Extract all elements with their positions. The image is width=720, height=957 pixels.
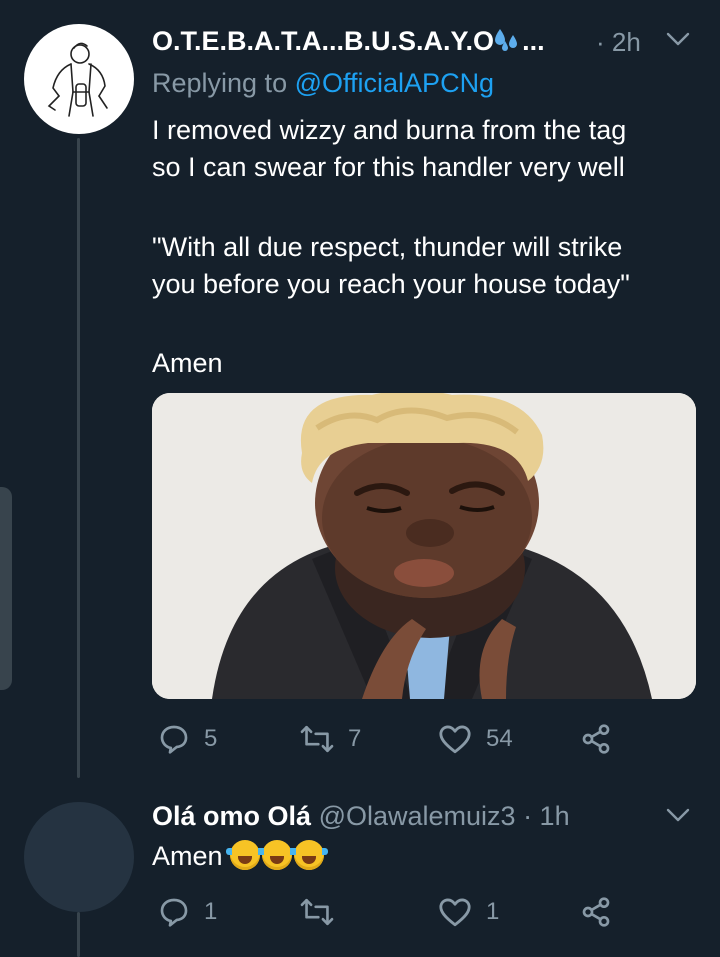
display-name[interactable]: O.T.E.B.A.T.A...B.U.S.A.Y.O bbox=[152, 26, 494, 56]
like-button[interactable]: 54 bbox=[438, 723, 513, 755]
retweet-button[interactable]: 7 bbox=[300, 723, 361, 755]
reply-count: 1 bbox=[204, 898, 218, 925]
reply-count: 5 bbox=[204, 725, 218, 752]
tweet-text-line-4: you before you reach your house today" bbox=[152, 269, 630, 299]
reply-button[interactable]: 5 bbox=[158, 723, 217, 755]
like-count: 54 bbox=[486, 725, 513, 752]
droplets-emoji-icon bbox=[494, 27, 522, 51]
tweet-media-image[interactable] bbox=[152, 393, 696, 699]
replying-to-label: Replying to bbox=[152, 68, 288, 98]
tweet-text-line-2: so I can swear for this handler very wel… bbox=[152, 152, 625, 182]
replying-to-handle[interactable]: @OfficialAPCNg bbox=[295, 68, 494, 98]
reply-text: Amen bbox=[152, 841, 223, 871]
laughing-crying-emoji-icon bbox=[290, 840, 329, 870]
like-count: 1 bbox=[486, 898, 500, 925]
side-panel-tab[interactable] bbox=[0, 487, 12, 690]
laughing-crying-emoji-icon bbox=[226, 840, 265, 870]
share-button[interactable] bbox=[580, 896, 612, 928]
avatar-sketch-icon bbox=[47, 42, 108, 117]
retweet-icon bbox=[300, 725, 334, 753]
name-ellipsis: ... bbox=[522, 26, 545, 56]
share-button[interactable] bbox=[580, 723, 612, 755]
reply-button[interactable]: 1 bbox=[158, 896, 217, 928]
like-button[interactable]: 1 bbox=[438, 896, 499, 928]
tweet-text-line-3: "With all due respect, thunder will stri… bbox=[152, 232, 623, 262]
retweet-icon bbox=[300, 898, 334, 926]
reply-icon bbox=[160, 898, 188, 927]
person-in-wig-image bbox=[152, 393, 696, 699]
user-handle[interactable]: @Olawalemuiz3 bbox=[319, 801, 516, 831]
heart-icon bbox=[439, 898, 471, 927]
retweet-count: 7 bbox=[348, 725, 362, 752]
tweet-time[interactable]: · 2h bbox=[596, 27, 641, 58]
chevron-down-icon[interactable] bbox=[665, 30, 691, 53]
tweet-text-line-1: I removed wizzy and burna from the tag bbox=[152, 115, 627, 145]
share-icon bbox=[582, 897, 610, 927]
avatar[interactable] bbox=[24, 802, 134, 912]
laughing-crying-emoji-icon bbox=[258, 840, 297, 870]
retweet-button[interactable] bbox=[300, 896, 348, 928]
heart-icon bbox=[439, 725, 471, 754]
avatar[interactable] bbox=[24, 24, 134, 134]
thread-line-top bbox=[77, 138, 80, 778]
reply-icon bbox=[160, 725, 188, 754]
tweet-time[interactable]: · 1h bbox=[523, 801, 570, 831]
chevron-down-icon[interactable] bbox=[665, 806, 691, 829]
tweet-text-line-5: Amen bbox=[152, 348, 223, 378]
display-name[interactable]: Olá omo Olá bbox=[152, 801, 311, 831]
thread-line-bottom bbox=[77, 912, 80, 957]
share-icon bbox=[582, 724, 610, 754]
